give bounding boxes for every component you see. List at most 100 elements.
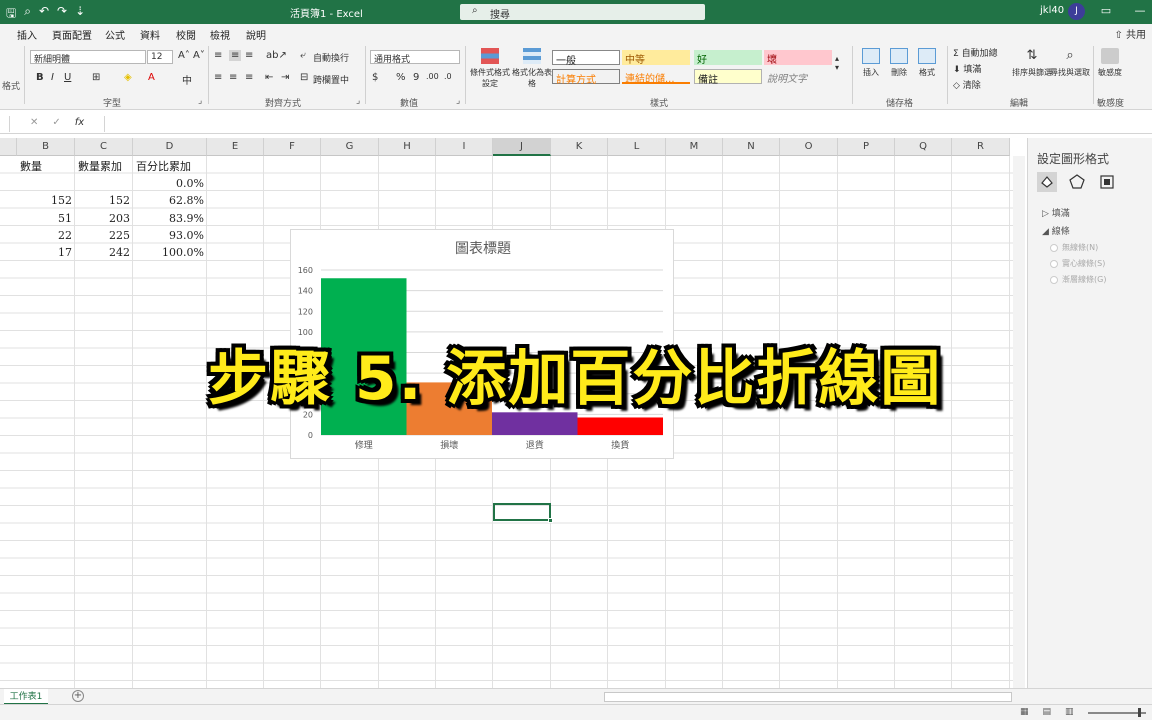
merge-icon[interactable]: ⊟ <box>300 72 308 83</box>
conditional-format-button[interactable]: 條件式格式設定 <box>470 48 510 89</box>
format-cells-button[interactable]: 格式 <box>907 48 947 78</box>
find-select-button[interactable]: ⌕ 尋找與選取 <box>1050 48 1090 78</box>
table-cell[interactable]: 100.0% <box>133 244 204 261</box>
solid-line-option[interactable]: 實心線條(S) <box>1050 258 1105 269</box>
table-header-cell[interactable]: 數量 <box>20 158 42 175</box>
orientation-icon[interactable]: ab↗ <box>266 50 287 61</box>
table-cell[interactable]: 225 <box>75 227 130 244</box>
page-break-view-icon[interactable]: ▥ <box>1065 707 1074 717</box>
enter-icon[interactable]: ✓ <box>52 117 60 128</box>
autosave-icon[interactable]: ⌕ <box>24 4 31 25</box>
fill-color-icon[interactable]: ◈ <box>124 72 132 83</box>
horizontal-scrollbar[interactable] <box>604 692 1012 702</box>
fill-section[interactable]: ▷ 填滿 <box>1042 206 1070 219</box>
table-cell[interactable]: 22 <box>17 227 72 244</box>
align-left-icon[interactable]: ≡ <box>214 72 222 83</box>
column-header[interactable]: R <box>952 138 1010 156</box>
gradient-line-option[interactable]: 漸層線條(G) <box>1050 274 1106 285</box>
page-layout-view-icon[interactable]: ▤ <box>1043 707 1052 717</box>
style-linked-cell[interactable]: 連結的儲... <box>622 69 690 85</box>
table-cell[interactable]: 93.0% <box>133 227 204 244</box>
style-normal[interactable]: 一般 <box>552 50 620 67</box>
effects-icon[interactable] <box>1067 172 1087 192</box>
line-section[interactable]: ◢ 線條 <box>1042 224 1070 237</box>
table-cell[interactable]: 0.0% <box>133 175 204 192</box>
size-properties-icon[interactable] <box>1097 172 1117 192</box>
column-header[interactable]: E <box>207 138 264 156</box>
alignment-dialog-launcher-icon[interactable]: ⌟ <box>356 96 360 106</box>
no-line-option[interactable]: 無線條(N) <box>1050 242 1098 253</box>
tab-insert[interactable]: 插入 <box>17 27 37 42</box>
vertical-scrollbar[interactable] <box>1013 156 1025 688</box>
column-header[interactable]: F <box>264 138 321 156</box>
column-header[interactable]: K <box>551 138 608 156</box>
style-bad[interactable]: 壞 <box>764 50 832 66</box>
table-cell[interactable]: 242 <box>75 244 130 261</box>
underline-icon[interactable]: U <box>64 72 71 83</box>
clear-button[interactable]: ◇ 清除 <box>953 78 981 91</box>
sensitivity-button[interactable]: 敏感度 <box>1090 48 1130 78</box>
tab-review[interactable]: 校閱 <box>176 27 196 42</box>
column-header[interactable]: D <box>133 138 207 156</box>
table-cell[interactable]: 203 <box>75 210 130 227</box>
phonetic-icon[interactable]: 中 <box>182 72 192 87</box>
column-header[interactable]: L <box>608 138 666 156</box>
table-cell[interactable]: 152 <box>75 192 130 209</box>
borders-icon[interactable]: ⊞ <box>92 72 100 83</box>
font-name-box[interactable]: 新細明體 <box>30 50 146 65</box>
column-header[interactable]: P <box>838 138 895 156</box>
column-header[interactable]: N <box>723 138 780 156</box>
fill-line-icon[interactable] <box>1037 172 1057 192</box>
table-cell[interactable]: 62.8% <box>133 192 204 209</box>
tab-view[interactable]: 檢視 <box>210 27 230 42</box>
wrap-text-button[interactable]: 自動換行 <box>313 51 349 64</box>
column-header[interactable]: Q <box>895 138 952 156</box>
number-format-box[interactable]: 通用格式 <box>370 50 460 65</box>
tab-data[interactable]: 資料 <box>140 27 160 42</box>
chart-title[interactable]: 圖表標題 <box>455 241 511 257</box>
style-explanatory[interactable]: 說明文字 <box>764 69 832 85</box>
insert-function-button[interactable]: fx <box>75 117 84 128</box>
zoom-slider[interactable] <box>1088 708 1146 717</box>
align-center-icon[interactable]: ≡ <box>229 72 237 83</box>
style-calculation[interactable]: 計算方式 <box>552 69 620 86</box>
column-header[interactable]: I <box>436 138 493 156</box>
number-dialog-launcher-icon[interactable]: ⌟ <box>456 96 460 106</box>
align-middle-icon[interactable]: ≡ <box>229 50 242 61</box>
font-size-box[interactable]: 12 <box>147 50 173 64</box>
table-header-cell[interactable]: 百分比累加 <box>136 158 191 175</box>
table-cell[interactable]: 51 <box>17 210 72 227</box>
increase-indent-icon[interactable]: ⇥ <box>281 72 289 83</box>
comma-icon[interactable]: 9 <box>413 72 419 83</box>
user-name[interactable]: jkl40 <box>1040 5 1064 16</box>
table-cell[interactable]: 17 <box>17 244 72 261</box>
column-header[interactable]: G <box>321 138 379 156</box>
table-cell[interactable] <box>17 175 72 192</box>
decrease-indent-icon[interactable]: ⇤ <box>265 72 273 83</box>
column-header[interactable]: B <box>17 138 75 156</box>
column-header-a[interactable] <box>0 138 17 156</box>
font-dialog-launcher-icon[interactable]: ⌟ <box>198 96 202 106</box>
align-top-icon[interactable]: ≡ <box>214 50 222 61</box>
decrease-decimal-icon[interactable]: .0 <box>444 72 452 81</box>
save-icon[interactable]: 🖫 <box>6 4 16 25</box>
share-button[interactable]: ⇧ 共用 <box>1114 26 1146 41</box>
column-header[interactable]: M <box>666 138 723 156</box>
align-bottom-icon[interactable]: ≡ <box>245 50 253 61</box>
search-box[interactable]: ⌕ 搜尋 <box>460 4 705 21</box>
formula-input[interactable] <box>104 116 1020 132</box>
font-color-icon[interactable]: A <box>148 72 155 83</box>
normal-view-icon[interactable]: ▦ <box>1020 707 1029 717</box>
fill-button[interactable]: ⬇ 填滿 <box>953 62 981 75</box>
redo-icon[interactable]: ↷ <box>57 4 67 25</box>
undo-icon[interactable]: ↶ <box>39 4 49 25</box>
accounting-icon[interactable]: $ <box>372 72 378 83</box>
merge-center-button[interactable]: 跨欄置中 <box>313 73 349 86</box>
name-box[interactable] <box>0 116 10 132</box>
autosum-button[interactable]: Σ 自動加總 <box>953 46 998 59</box>
sort-filter-button[interactable]: ⇅ 排序與篩選 <box>1012 48 1052 78</box>
style-note[interactable]: 備註 <box>694 69 762 86</box>
style-neutral[interactable]: 中等 <box>622 50 690 66</box>
customize-icon[interactable]: ⇣ <box>75 4 85 25</box>
column-header[interactable]: C <box>75 138 133 156</box>
